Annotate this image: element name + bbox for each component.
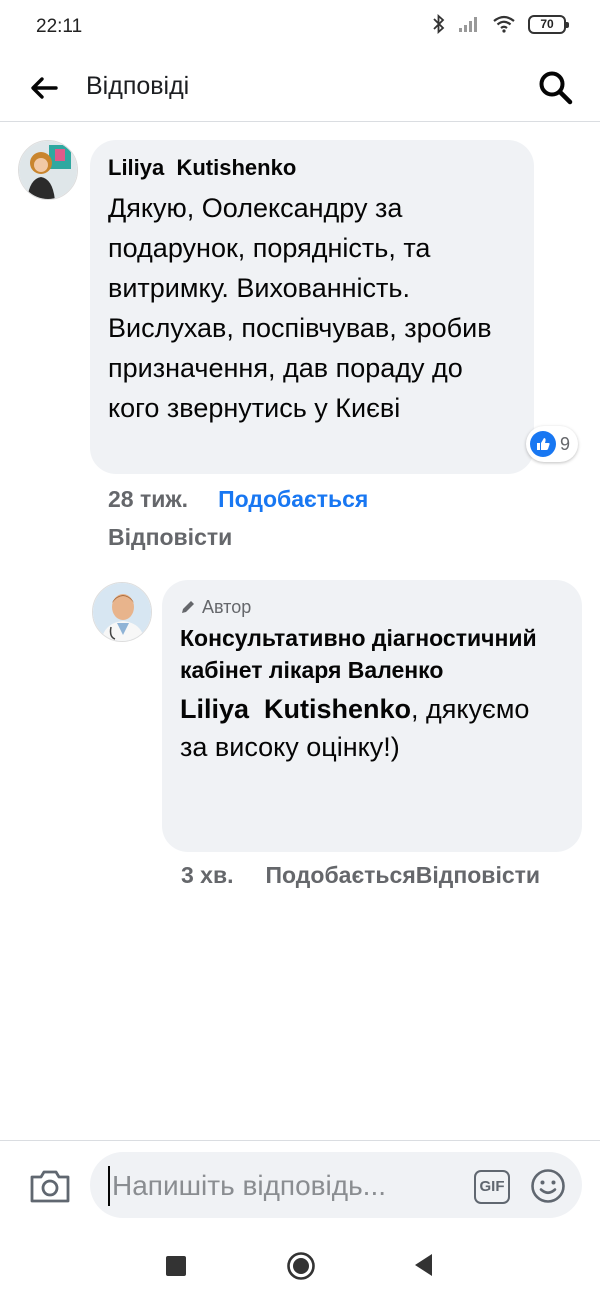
back-triangle-icon[interactable]	[412, 1252, 434, 1278]
gif-button[interactable]: GIF	[474, 1170, 510, 1204]
page-title: Відповіді	[86, 72, 190, 100]
comment-time[interactable]: 28 тиж.	[108, 480, 188, 518]
reaction-summary[interactable]: 9	[526, 426, 579, 462]
search-icon[interactable]	[536, 68, 576, 108]
author-badge-label: Автор	[202, 596, 252, 617]
reaction-count: 9	[560, 433, 571, 454]
emoji-icon[interactable]	[530, 1168, 566, 1204]
comment-actions: 28 тиж. Подобається Відповісти	[108, 480, 468, 556]
recent-apps-icon[interactable]	[166, 1256, 186, 1276]
home-icon[interactable]	[286, 1251, 316, 1281]
mention-link[interactable]: Liliya Kutishenko	[180, 694, 411, 724]
status-bar: 22:11 70	[0, 0, 600, 56]
signal-icon	[459, 17, 477, 32]
avatar-image	[19, 141, 77, 199]
comment-text: Liliya Kutishenko, дякуємо за високу оці…	[180, 690, 564, 766]
comment-text: Дякую, Оолександру за подарунок, порядні…	[108, 193, 492, 423]
avatar[interactable]	[92, 582, 152, 642]
battery-icon: 70	[528, 14, 569, 34]
reply-button[interactable]: Відповісти	[108, 518, 232, 556]
pencil-icon	[182, 601, 194, 613]
comment-bubble: Автор Консультативно діагностичний кабін…	[162, 580, 582, 852]
system-nav-bar	[0, 1230, 600, 1300]
status-time: 22:11	[36, 16, 83, 37]
bluetooth-icon	[433, 14, 445, 34]
wifi-icon	[493, 15, 515, 33]
arrow-left-icon[interactable]	[26, 70, 62, 106]
comment-time[interactable]: 3 хв.	[181, 856, 234, 894]
comment-author[interactable]: Консультативно діагностичний кабінет лік…	[180, 622, 564, 686]
avatar[interactable]	[18, 140, 78, 200]
like-button[interactable]: Подобається	[266, 856, 416, 894]
comment-author[interactable]: Liliya Kutishenko	[108, 154, 516, 182]
like-button[interactable]: Подобається	[218, 480, 368, 518]
author-badge: Автор	[180, 594, 564, 620]
avatar-image	[93, 583, 151, 641]
comment-bubble: Liliya Kutishenko Дякую, Оолександру за …	[90, 140, 534, 474]
reply-button[interactable]: Відповісти	[416, 856, 540, 894]
reply-input[interactable]	[108, 1166, 458, 1206]
status-icons: 70	[432, 14, 569, 34]
comment-actions: 3 хв. Подобається Відповісти	[181, 856, 541, 894]
top-app-bar: Відповіді	[0, 56, 600, 122]
camera-icon[interactable]	[28, 1166, 72, 1206]
like-icon	[530, 431, 556, 457]
